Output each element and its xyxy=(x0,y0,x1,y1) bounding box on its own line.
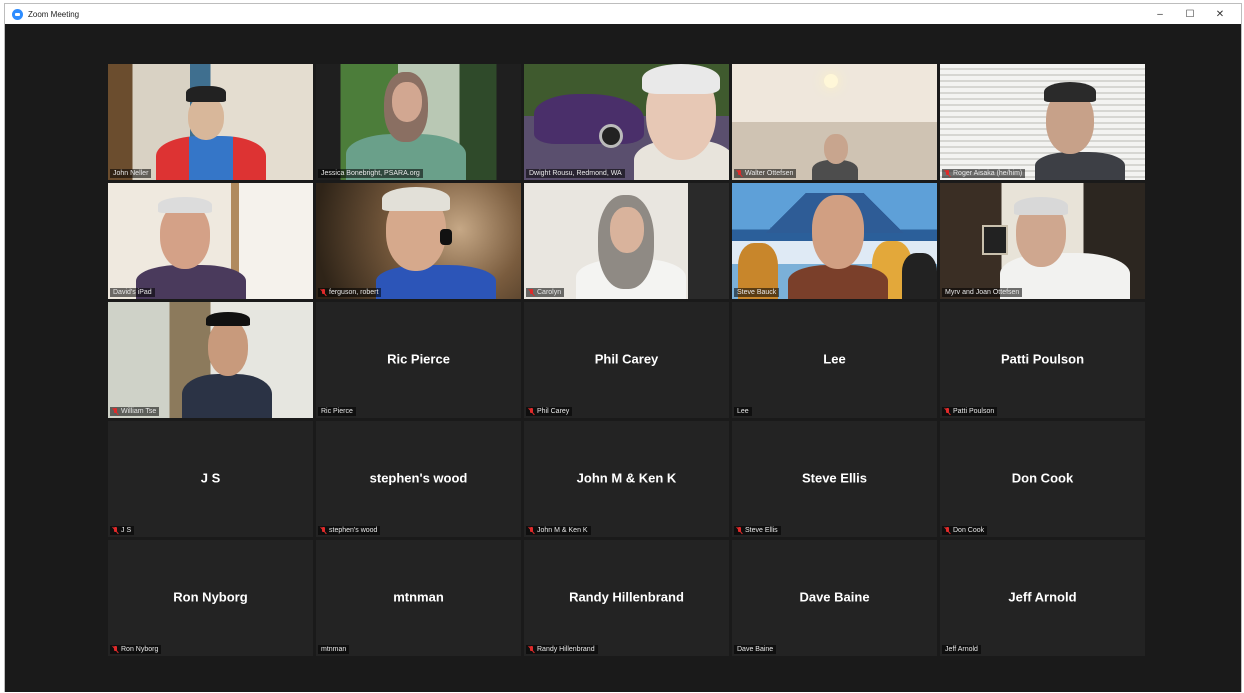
participant-video xyxy=(524,64,729,180)
muted-mic-icon xyxy=(113,527,118,534)
participant-name-label: Steve Ellis xyxy=(734,526,781,535)
participant-name-label: Jeff Arnold xyxy=(942,645,981,654)
participant-name-label: Ron Nyborg xyxy=(110,645,162,654)
participant-video xyxy=(316,64,521,180)
muted-mic-icon xyxy=(113,408,118,415)
participant-name-label: Carolyn xyxy=(526,288,565,297)
name-tile[interactable]: mtnman mtnman xyxy=(316,540,521,656)
participant-display-name: Patti Poulson xyxy=(1000,351,1085,367)
name-tile[interactable]: John M & Ken K John M & Ken K xyxy=(524,421,729,537)
participant-name-label: Ric Pierce xyxy=(318,407,356,416)
participant-display-name: John M & Ken K xyxy=(576,470,677,486)
close-button[interactable]: ✕ xyxy=(1205,4,1235,24)
participant-name-label: Dave Baine xyxy=(734,645,777,654)
participant-name-label: Steve Bauck xyxy=(734,288,780,297)
participant-name-label: Myrv and Joan Ottefsen xyxy=(942,288,1023,297)
name-tile[interactable]: Randy Hillenbrand Randy Hillenbrand xyxy=(524,540,729,656)
title-bar: Zoom Meeting – ☐ ✕ xyxy=(5,4,1241,24)
participant-display-name: mtnman xyxy=(393,589,444,605)
name-tile[interactable]: Steve Ellis Steve Ellis xyxy=(732,421,937,537)
participant-display-name: Lee xyxy=(823,351,846,367)
muted-mic-icon xyxy=(321,527,326,534)
participant-video xyxy=(108,302,313,418)
participant-name-label: William Tse xyxy=(110,407,160,416)
video-tile[interactable]: Carolyn xyxy=(524,183,729,299)
participant-display-name: Steve Ellis xyxy=(801,470,868,486)
participant-name-label: Patti Poulson xyxy=(942,407,998,416)
name-tile[interactable]: Patti Poulson Patti Poulson xyxy=(940,302,1145,418)
video-tile-active-speaker[interactable]: Steve Bauck xyxy=(732,183,937,299)
name-tile[interactable]: Ron Nyborg Ron Nyborg xyxy=(108,540,313,656)
muted-mic-icon xyxy=(529,408,534,415)
participant-display-name: Ric Pierce xyxy=(387,351,450,367)
participant-name-label: mtnman xyxy=(318,645,350,654)
video-tile[interactable]: Myrv and Joan Ottefsen xyxy=(940,183,1145,299)
muted-mic-icon xyxy=(945,170,950,177)
participant-name-label: Walter Ottefsen xyxy=(734,169,797,178)
muted-mic-icon xyxy=(737,527,742,534)
participant-name-label: Don Cook xyxy=(942,526,988,535)
participant-name-label: stephen's wood xyxy=(318,526,381,535)
zoom-app-icon xyxy=(12,8,23,20)
video-tile[interactable]: Jessica Bonebright, PSARA.org xyxy=(316,64,521,180)
participant-name-label: Phil Carey xyxy=(526,407,573,416)
video-tile[interactable]: Walter Ottefsen xyxy=(732,64,937,180)
participant-name-label: Randy Hillenbrand xyxy=(526,645,598,654)
participant-display-name: Jeff Arnold xyxy=(1008,589,1077,605)
muted-mic-icon xyxy=(529,289,534,296)
participant-video xyxy=(108,183,313,299)
window-title: Zoom Meeting xyxy=(28,9,80,19)
participant-name-label: Roger Aisaka (he/him) xyxy=(942,169,1026,178)
muted-mic-icon xyxy=(945,408,950,415)
video-tile[interactable]: Dwight Rousu, Redmond, WA xyxy=(524,64,729,180)
muted-mic-icon xyxy=(113,646,118,653)
participant-video xyxy=(732,183,937,299)
meeting-stage: John Neller Jessica Bonebright, PSARA.or… xyxy=(5,24,1241,692)
muted-mic-icon xyxy=(529,646,534,653)
name-tile[interactable]: Phil Carey Phil Carey xyxy=(524,302,729,418)
participant-video xyxy=(108,64,313,180)
zoom-window: Zoom Meeting – ☐ ✕ John Neller Jessica B… xyxy=(4,3,1242,692)
video-tile[interactable]: David's iPad xyxy=(108,183,313,299)
participant-name-label: J S xyxy=(110,526,135,535)
participant-name-label: David's iPad xyxy=(110,288,155,297)
participant-video xyxy=(316,183,521,299)
muted-mic-icon xyxy=(529,527,534,534)
gallery-grid: John Neller Jessica Bonebright, PSARA.or… xyxy=(108,64,1145,656)
muted-mic-icon xyxy=(945,527,950,534)
participant-display-name: Phil Carey xyxy=(594,351,659,367)
participant-video xyxy=(940,183,1145,299)
video-tile[interactable]: William Tse xyxy=(108,302,313,418)
participant-name-label: John Neller xyxy=(110,169,152,178)
participant-display-name: Randy Hillenbrand xyxy=(569,589,684,605)
muted-mic-icon xyxy=(321,289,326,296)
participant-display-name: J S xyxy=(200,470,221,486)
name-tile[interactable]: stephen's wood stephen's wood xyxy=(316,421,521,537)
participant-display-name: Don Cook xyxy=(1011,470,1074,486)
name-tile[interactable]: Ric Pierce Ric Pierce xyxy=(316,302,521,418)
participant-display-name: Ron Nyborg xyxy=(173,589,248,605)
video-tile[interactable]: ferguson, robert xyxy=(316,183,521,299)
participant-name-label: ferguson, robert xyxy=(318,288,382,297)
maximize-button[interactable]: ☐ xyxy=(1175,4,1205,24)
participant-name-label: Lee xyxy=(734,407,752,416)
participant-name-label: Jessica Bonebright, PSARA.org xyxy=(318,169,423,178)
participant-display-name: Dave Baine xyxy=(799,589,870,605)
minimize-button[interactable]: – xyxy=(1145,4,1175,24)
name-tile[interactable]: Lee Lee xyxy=(732,302,937,418)
window-controls: – ☐ ✕ xyxy=(1145,4,1235,24)
name-tile[interactable]: Don Cook Don Cook xyxy=(940,421,1145,537)
name-tile[interactable]: J S J S xyxy=(108,421,313,537)
video-tile[interactable]: John Neller xyxy=(108,64,313,180)
participant-display-name: stephen's wood xyxy=(369,470,468,486)
participant-video xyxy=(524,183,729,299)
name-tile[interactable]: Jeff Arnold Jeff Arnold xyxy=(940,540,1145,656)
participant-name-label: John M & Ken K xyxy=(526,526,591,535)
video-tile[interactable]: Roger Aisaka (he/him) xyxy=(940,64,1145,180)
participant-name-label: Dwight Rousu, Redmond, WA xyxy=(526,169,625,178)
participant-video xyxy=(940,64,1145,180)
muted-mic-icon xyxy=(737,170,742,177)
name-tile[interactable]: Dave Baine Dave Baine xyxy=(732,540,937,656)
participant-video xyxy=(732,64,937,180)
